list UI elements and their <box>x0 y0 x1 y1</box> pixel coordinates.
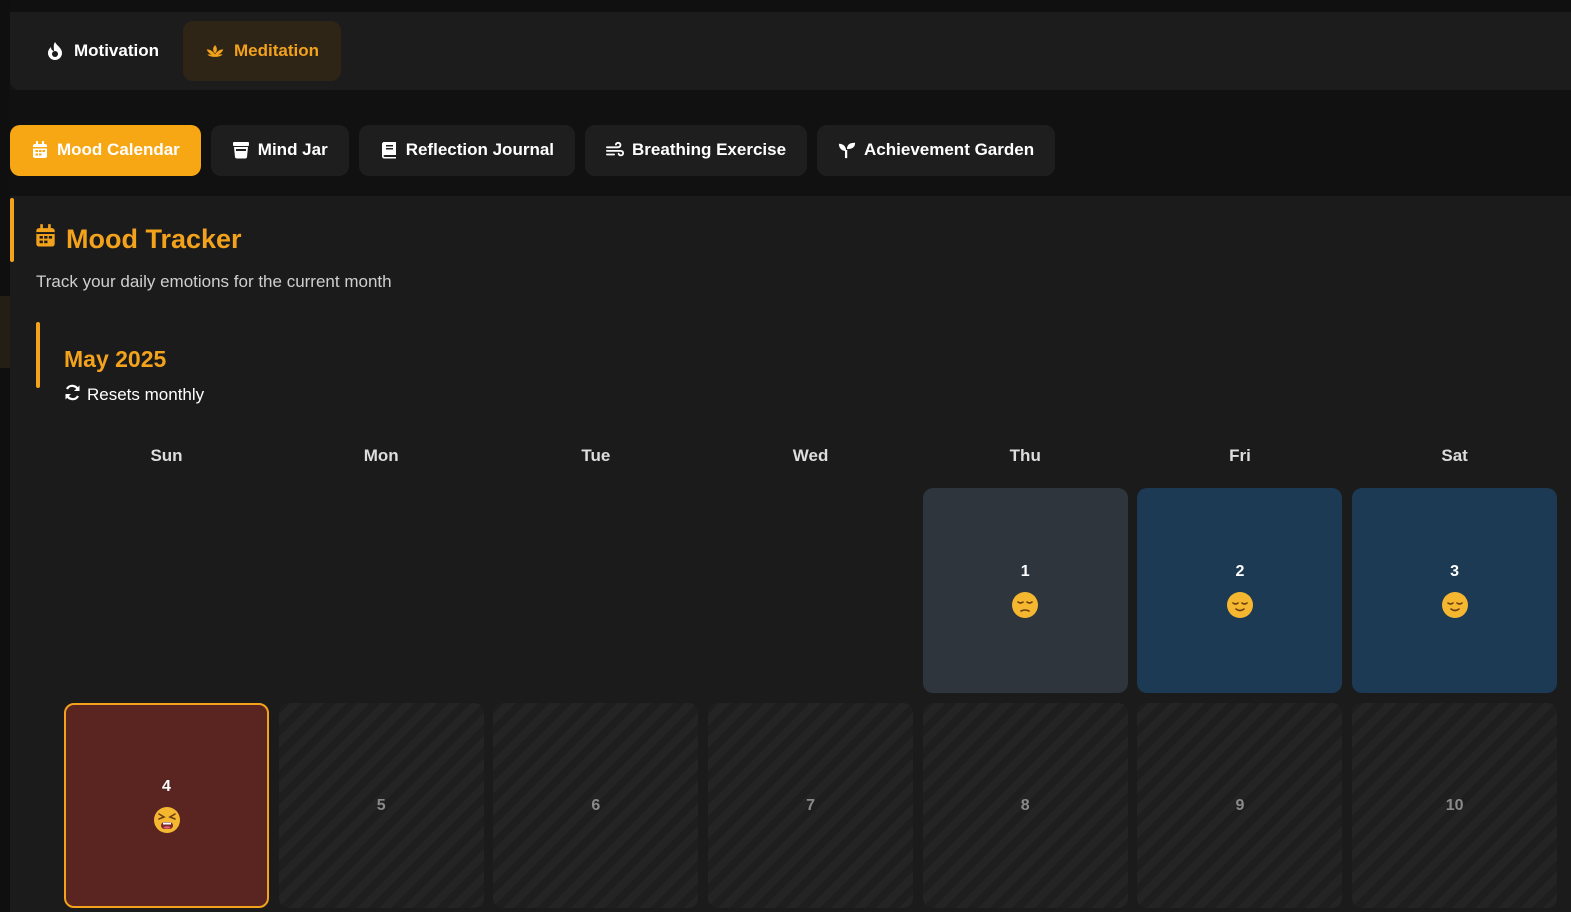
panel-subtitle: Track your daily emotions for the curren… <box>36 272 392 291</box>
main-tab-bar: Motivation Meditation <box>10 12 1571 90</box>
tab-mood-calendar-label: Mood Calendar <box>57 140 180 159</box>
mood-tracker-panel: Mood Tracker Track your daily emotions f… <box>10 196 1571 912</box>
tab-achievement-garden-label: Achievement Garden <box>864 140 1035 159</box>
tab-mind-jar[interactable]: Mind Jar <box>210 124 349 176</box>
day-number: 2 <box>1235 562 1245 580</box>
pensive-face-icon <box>1011 591 1039 619</box>
calendar-blank-cell <box>64 488 269 693</box>
day-number: 8 <box>1020 796 1030 814</box>
calendar-day-1[interactable]: 1 <box>922 488 1128 693</box>
day-number: 6 <box>591 796 601 814</box>
calendar-icon <box>35 224 56 255</box>
seedling-icon <box>838 141 856 159</box>
left-rail <box>0 0 10 912</box>
day-number: 5 <box>376 796 386 814</box>
left-rail-highlight <box>0 296 10 368</box>
tab-breathing-exercise-label: Breathing Exercise <box>632 140 787 159</box>
calendar-grid: 1 2 3 4 5 6 7 8 9 10 <box>64 488 1571 908</box>
top-strip <box>0 0 1571 12</box>
tab-breathing-exercise[interactable]: Breathing Exercise <box>585 124 808 176</box>
fire-icon <box>45 41 65 61</box>
tab-motivation-label: Motivation <box>74 41 159 60</box>
tab-mood-calendar[interactable]: Mood Calendar <box>10 124 201 176</box>
panel-title-text: Mood Tracker <box>66 224 242 254</box>
tired-face-icon <box>153 806 181 834</box>
weekday-sat: Sat <box>1441 446 1468 465</box>
wind-icon <box>606 141 625 159</box>
calendar-blank-cell <box>279 488 484 693</box>
reset-note: Resets monthly <box>64 384 204 406</box>
calendar-day-6: 6 <box>493 703 699 908</box>
day-number: 9 <box>1235 796 1245 814</box>
tab-reflection-journal-label: Reflection Journal <box>405 140 555 159</box>
tab-mind-jar-label: Mind Jar <box>257 140 328 159</box>
calendar-blank-cell <box>493 488 698 693</box>
calendar-day-10: 10 <box>1352 703 1558 908</box>
tab-achievement-garden[interactable]: Achievement Garden <box>817 124 1056 176</box>
month-title: May 2025 <box>64 346 167 372</box>
day-number: 3 <box>1450 562 1460 580</box>
weekday-mon: Mon <box>363 446 399 465</box>
refresh-icon <box>64 384 81 406</box>
day-number: 4 <box>162 777 171 795</box>
relieved-face-icon <box>1441 591 1469 619</box>
calendar-blank-cell <box>708 488 913 693</box>
lotus-icon <box>205 41 225 61</box>
relieved-face-icon <box>1226 591 1254 619</box>
weekday-fri: Fri <box>1229 446 1251 465</box>
tab-meditation[interactable]: Meditation <box>183 21 341 81</box>
month-accent-bar <box>36 322 40 388</box>
weekday-thu: Thu <box>1009 446 1041 465</box>
tab-reflection-journal[interactable]: Reflection Journal <box>358 124 576 176</box>
calendar-day-2[interactable]: 2 <box>1137 488 1343 693</box>
weekday-tue: Tue <box>581 446 611 465</box>
day-number: 1 <box>1020 562 1030 580</box>
calendar-icon <box>31 141 49 159</box>
book-icon <box>380 141 398 159</box>
calendar-day-5: 5 <box>278 703 484 908</box>
day-number: 10 <box>1445 796 1464 814</box>
weekday-header: Sun Mon Tue Wed Thu Fri Sat <box>64 446 1571 466</box>
day-number: 7 <box>806 796 816 814</box>
calendar-day-3[interactable]: 3 <box>1352 488 1558 693</box>
weekday-wed: Wed <box>792 446 829 465</box>
calendar-day-4[interactable]: 4 <box>64 703 269 908</box>
jar-icon <box>232 141 250 159</box>
reset-note-text: Resets monthly <box>87 385 205 404</box>
tab-motivation[interactable]: Motivation <box>23 21 181 81</box>
tab-meditation-label: Meditation <box>234 41 319 60</box>
weekday-sun: Sun <box>150 446 183 465</box>
sub-tab-bar: Mood Calendar Mind Jar Reflection Journa… <box>10 90 1571 196</box>
panel-accent-bar <box>10 198 14 262</box>
calendar-day-8: 8 <box>922 703 1128 908</box>
calendar-day-7: 7 <box>708 703 914 908</box>
calendar-day-9: 9 <box>1137 703 1343 908</box>
panel-title: Mood Tracker <box>35 224 242 255</box>
